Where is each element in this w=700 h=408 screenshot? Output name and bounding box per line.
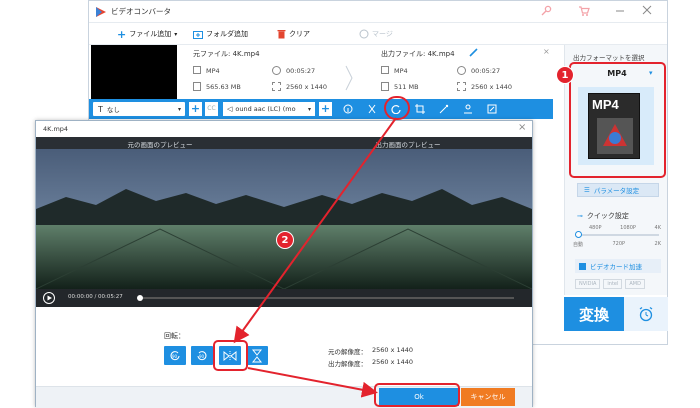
- flip-highlight-box: [213, 340, 248, 371]
- annotation-arrows: [233, 117, 397, 398]
- step-badge-2: 2: [276, 231, 294, 249]
- ok-highlight-box: [374, 383, 460, 407]
